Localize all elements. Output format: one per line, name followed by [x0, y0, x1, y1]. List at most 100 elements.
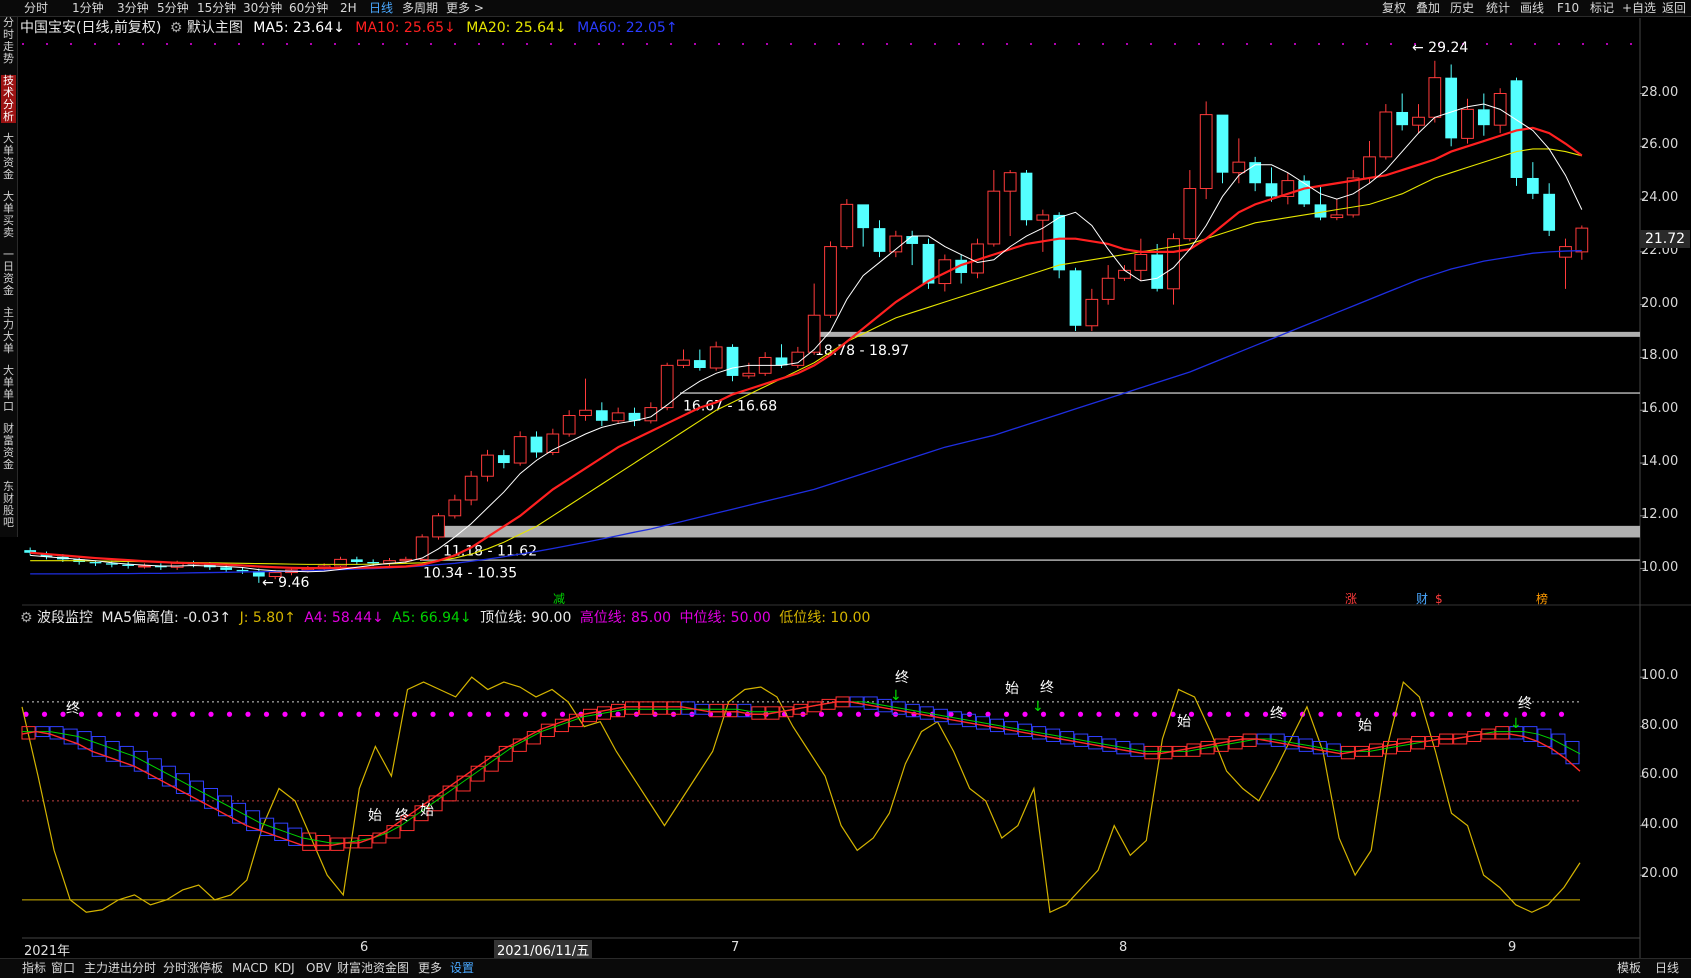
- btn-lishi[interactable]: 历史: [1450, 0, 1474, 16]
- band-box: [709, 703, 724, 718]
- tab-2h[interactable]: 2H: [340, 0, 357, 16]
- sidebar-item-wealth-capital[interactable]: 财富资金: [1, 423, 16, 471]
- sidebar-item-tech-analysis[interactable]: 技术分析: [1, 75, 16, 123]
- high-level-dot: [1133, 711, 1139, 717]
- btn-huaxian[interactable]: 画线: [1520, 0, 1544, 16]
- sub-tick: 100.0: [1641, 668, 1679, 684]
- candle-down: [252, 571, 265, 577]
- marker-cai: 财: [1416, 592, 1428, 606]
- candle-down: [1053, 214, 1066, 271]
- tab-more[interactable]: 更多 >: [446, 0, 484, 16]
- high-level-dot: [966, 711, 973, 717]
- band-box: [863, 696, 878, 710]
- btn-macd[interactable]: MACD: [232, 959, 268, 978]
- high-level-dot: [245, 711, 251, 717]
- btn-settings[interactable]: 设置: [450, 959, 474, 978]
- candle-down: [105, 563, 118, 565]
- candle-down: [1216, 114, 1229, 173]
- band-box: [1565, 740, 1580, 765]
- sidebar-item-big-capital[interactable]: 大单资金: [1, 133, 16, 181]
- btn-diejia[interactable]: 叠加: [1416, 0, 1440, 16]
- band-box: [891, 701, 906, 715]
- candle-up: [513, 436, 527, 464]
- btn-zhibiao[interactable]: 指标: [22, 959, 46, 978]
- high-level-dot: [1318, 711, 1324, 717]
- band-box: [779, 706, 794, 718]
- sidebar-item-big-trade[interactable]: 大单买卖: [1, 191, 16, 239]
- btn-period-daily[interactable]: 日线: [1655, 959, 1679, 978]
- candle-down: [1151, 254, 1164, 289]
- band-box: [582, 708, 597, 723]
- candle-down: [628, 412, 641, 421]
- price-tick: 26.00: [1641, 137, 1679, 153]
- wave-label: 终: [1518, 696, 1532, 712]
- candle-down: [1396, 111, 1409, 126]
- high-level-dot: [874, 711, 880, 717]
- tab-multi-period[interactable]: 多周期: [402, 0, 438, 16]
- high-level-dot: [430, 711, 436, 717]
- ma60-line: [30, 249, 1582, 575]
- tab-5min[interactable]: 5分钟: [157, 0, 189, 16]
- high-level-dot: [1188, 711, 1195, 717]
- sidebar-item-big-order[interactable]: 大单单口: [1, 365, 16, 413]
- stock-title[interactable]: 中国宝安(日线,前复权): [20, 20, 161, 36]
- candle-up: [758, 356, 772, 374]
- x-label: 6: [360, 940, 369, 955]
- tab-60min[interactable]: 60分钟: [289, 0, 328, 16]
- candle-up: [1346, 177, 1360, 216]
- high-level-dot: [707, 711, 714, 717]
- band-box: [105, 740, 120, 762]
- btn-zhuli[interactable]: 主力进出分时: [84, 959, 156, 978]
- btn-kdj[interactable]: KDJ: [274, 959, 295, 978]
- band-box: [1298, 738, 1313, 752]
- tab-3min[interactable]: 3分钟: [117, 0, 149, 16]
- band-box: [568, 713, 583, 728]
- indicator-gear-icon[interactable]: ⚙: [20, 610, 33, 626]
- tab-15min[interactable]: 15分钟: [197, 0, 236, 16]
- btn-tongji[interactable]: 统计: [1486, 0, 1510, 16]
- tab-daily[interactable]: 日线: [369, 0, 393, 16]
- candle-up: [1232, 161, 1246, 174]
- btn-fuquan[interactable]: 复权: [1382, 0, 1406, 16]
- sidebar-item-main-big[interactable]: 主力大单: [1, 307, 16, 355]
- tab-fenshi[interactable]: 分时: [24, 0, 48, 16]
- candle-down: [857, 204, 870, 229]
- band-box: [218, 795, 233, 817]
- high-level-dot: [1447, 711, 1454, 717]
- btn-obv[interactable]: OBV: [306, 959, 332, 978]
- support-band-label: 16.67 - 16.68: [683, 399, 777, 415]
- wave-label: 始: [420, 803, 434, 819]
- tab-30min[interactable]: 30分钟: [243, 0, 282, 16]
- high-level-dot: [892, 711, 899, 717]
- band-box: [835, 696, 850, 708]
- btn-fanhui[interactable]: 返回: [1662, 0, 1686, 16]
- candle-up: [1379, 111, 1393, 158]
- chart-canvas[interactable]: 18.78 - 18.97 16.67 - 16.68 11.18 - 11.62 1…: [0, 0, 1691, 977]
- band-box: [695, 703, 710, 715]
- indicator-title[interactable]: 波段监控: [37, 610, 93, 626]
- template-name[interactable]: 默认主图: [187, 20, 243, 36]
- btn-chuangkou[interactable]: 窗口: [51, 959, 75, 978]
- period-toolbar: 分时 1分钟 3分钟 5分钟 15分钟 30分钟 60分钟 2H 日线 多周期 …: [0, 0, 1691, 17]
- btn-zhangting[interactable]: 分时涨停板: [163, 959, 223, 978]
- btn-biaoji[interactable]: 标记: [1590, 0, 1614, 16]
- candle-down: [40, 554, 53, 557]
- btn-zixuan[interactable]: +自选: [1622, 0, 1656, 16]
- btn-caifu[interactable]: 财富池资金图: [337, 959, 409, 978]
- sidebar-item-guba[interactable]: 东财股吧: [1, 481, 16, 529]
- sidebar-item-day-capital[interactable]: 一日资金: [1, 249, 16, 297]
- template-gear-icon[interactable]: ⚙: [170, 20, 183, 36]
- band-box: [639, 701, 654, 715]
- low-line-value: 低位线: 10.00: [779, 610, 871, 626]
- btn-f10[interactable]: F10: [1557, 0, 1579, 16]
- band-box: [1186, 743, 1201, 757]
- candle-up: [481, 454, 494, 477]
- sidebar-item-fenshi[interactable]: 分时走势: [1, 17, 16, 65]
- high-level-dot: [504, 711, 510, 717]
- band-box: [484, 755, 499, 772]
- btn-more[interactable]: 更多: [418, 959, 442, 978]
- tab-1min[interactable]: 1分钟: [72, 0, 104, 16]
- high-level-dot: [374, 711, 381, 717]
- btn-template[interactable]: 模板: [1617, 959, 1641, 978]
- band-box: [63, 728, 78, 745]
